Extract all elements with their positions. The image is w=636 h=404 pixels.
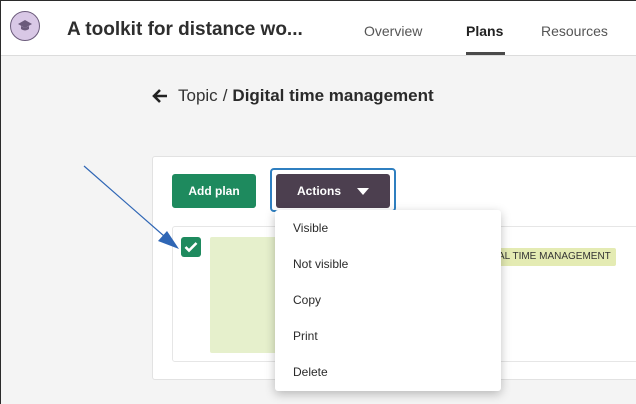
menu-item-visible[interactable]: Visible [293,221,328,235]
menu-item-not-visible[interactable]: Not visible [293,257,348,271]
app-title: A toolkit for distance wo... [67,19,303,40]
top-bar: A toolkit for distance wo... Overview Pl… [1,1,636,56]
back-arrow-icon[interactable] [152,88,168,104]
actions-menu: Visible Not visible Copy Print Delete [275,210,501,391]
menu-item-copy[interactable]: Copy [293,293,321,307]
caret-down-icon [357,187,369,195]
tab-overview[interactable]: Overview [364,23,422,39]
breadcrumb: Topic / Digital time management [152,86,434,106]
graduation-cap-icon[interactable] [10,11,40,41]
actions-dropdown-button[interactable]: Actions [276,174,390,208]
breadcrumb-parent[interactable]: Topic [178,86,218,106]
breadcrumb-separator: / [222,86,228,105]
tab-resources[interactable]: Resources [541,23,608,39]
tab-plans[interactable]: Plans [466,23,503,39]
breadcrumb-current: Digital time management [232,86,434,105]
checkmark-icon [184,242,198,253]
active-tab-indicator [466,52,505,55]
plan-select-checkbox[interactable] [181,237,201,257]
menu-item-delete[interactable]: Delete [293,365,328,379]
menu-item-print[interactable]: Print [293,329,318,343]
plan-topic-tag: AL TIME MANAGEMENT [493,248,616,266]
add-plan-button[interactable]: Add plan [172,174,256,208]
actions-button-label: Actions [296,184,341,198]
